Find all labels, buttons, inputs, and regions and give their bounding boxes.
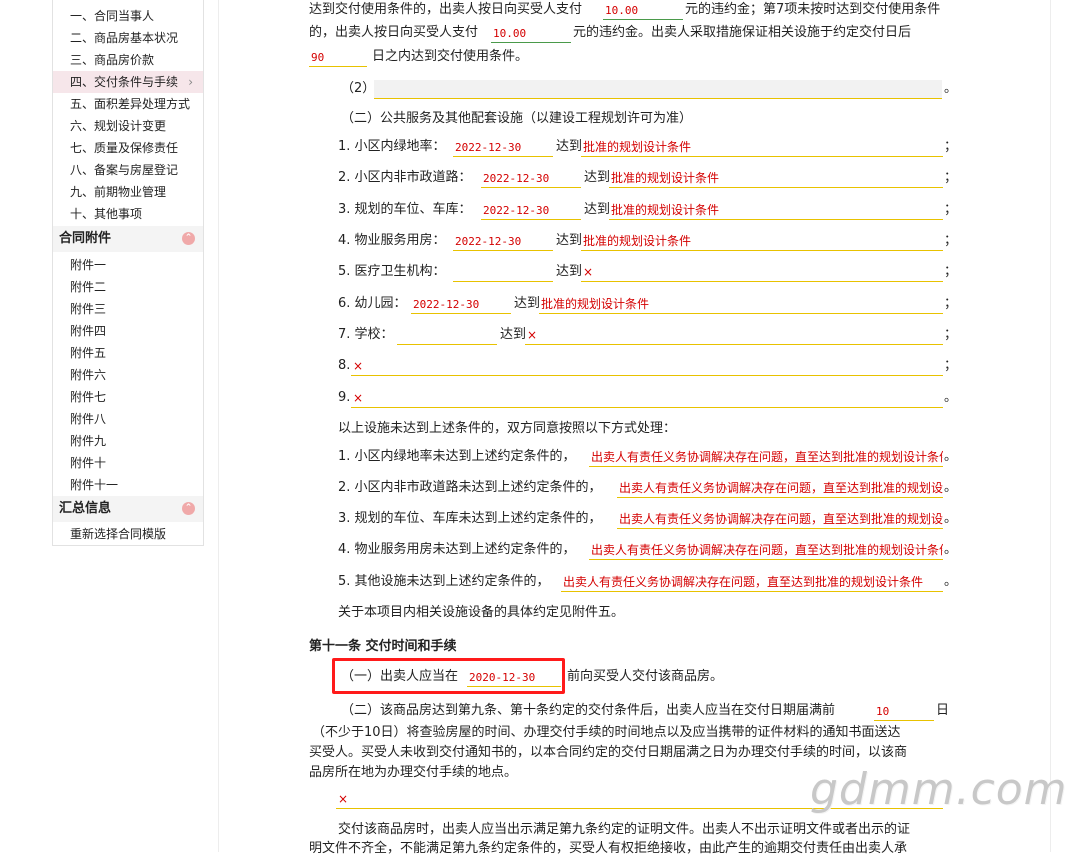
facility-4-label: 4. 物业服务用房： — [338, 233, 446, 248]
article-11-para2-line3: 买受人。买受人未收到交付通知书的，以本合同约定的交付日期届满之日为办理交付手续的… — [309, 745, 908, 760]
facility-3-label: 3. 规划的车位、车库： — [338, 202, 472, 217]
article-11-para2-line4: 品房所在地为办理交付手续的地点。 — [309, 765, 518, 780]
remedy-2-field[interactable]: 出卖人有责任义务协调解决存在问题，直至达到批准的规划设计条件 — [617, 479, 943, 498]
para-penalty-line2b: 元的违约金。出卖人采取措施保证相关设施于约定交付日后 — [573, 25, 912, 40]
facility-6-condition-field[interactable]: 批准的规划设计条件 — [539, 295, 943, 314]
article-11-para2-line1b: 日 — [936, 703, 950, 718]
article-11-para2-line2: （不少于10日）将查验房屋的时间、办理交付手续的时间地点以及应当携带的证件材料的… — [312, 725, 901, 740]
site-watermark: gdmm.com — [810, 764, 1068, 815]
facility-4-reach: 达到 — [556, 233, 583, 248]
facility-8-field[interactable]: × — [351, 357, 943, 376]
facility-4-date-field[interactable]: 2022-12-30 — [453, 232, 553, 251]
article-11-para3-line1: 交付该商品房时，出卖人应当出示满足第九条约定的证明文件。出卖人不出示证明文件或者… — [338, 822, 911, 837]
article-11-para1b: 前向买受人交付该商品房。 — [567, 669, 724, 684]
para-penalty-line3: 日之内达到交付使用条件。 — [372, 49, 529, 64]
notice-days-field[interactable]: 10 — [874, 702, 934, 721]
facility-1-reach: 达到 — [556, 139, 583, 154]
facility-4-end: ； — [944, 233, 958, 248]
delivery-days-field[interactable]: 90 — [309, 48, 367, 67]
item-2-end: 。 — [944, 81, 958, 96]
article-11-para2-line1a: （二）该商品房达到第九条、第十条约定的交付条件后，出卖人应当在交付日期届满前 — [341, 703, 836, 718]
facility-8-end: ； — [944, 358, 958, 373]
facility-2-reach: 达到 — [584, 170, 611, 185]
remedy-3-label: 3. 规划的车位、车库未达到上述约定条件的， — [338, 511, 602, 526]
remedy-5-field[interactable]: 出卖人有责任义务协调解决存在问题，直至达到批准的规划设计条件 — [561, 573, 943, 592]
facility-2-date-field[interactable]: 2022-12-30 — [481, 169, 581, 188]
facility-3-end: ； — [944, 202, 958, 217]
facility-2-end: ； — [944, 170, 958, 185]
section-public-facilities-title: （二）公共服务及其他配套设施（以建设工程规划许可为准） — [341, 111, 693, 126]
facility-9-end: 。 — [944, 390, 958, 405]
facility-7-date-field[interactable] — [397, 326, 497, 345]
remedy-1-label: 1. 小区内绿地率未达到上述约定条件的， — [338, 449, 576, 464]
facility-7-end: ； — [944, 327, 958, 342]
facility-5-reach: 达到 — [556, 264, 583, 279]
facility-7-condition-field[interactable]: × — [525, 326, 943, 345]
remedy-4-end: 。 — [944, 542, 958, 557]
facility-7-reach: 达到 — [500, 327, 527, 342]
facility-2-label: 2. 小区内非市政道路： — [338, 170, 472, 185]
facility-5-condition-field[interactable]: × — [581, 263, 943, 282]
article-11-para3-line2: 明文件不齐全，不能满足第九条约定条件的，买受人有权拒绝接收，由此产生的逾期交付责… — [309, 841, 908, 856]
attachment-note: 关于本项目内相关设施设备的具体约定见附件五。 — [338, 605, 625, 620]
facility-6-reach: 达到 — [514, 296, 541, 311]
remedy-3-end: 。 — [944, 511, 958, 526]
facility-1-end: ； — [944, 139, 958, 154]
article-11-title: 第十一条 交付时间和手续 — [309, 639, 457, 654]
facility-6-end: ； — [944, 296, 958, 311]
contract-document: 达到交付使用条件的，出卖人按日向买受人支付 10.00 元的违约金；第7项未按时… — [0, 0, 1083, 856]
remedy-1-field[interactable]: 出卖人有责任义务协调解决存在问题，直至达到批准的规划设计条件 — [589, 448, 943, 467]
facility-9-field[interactable]: × — [351, 389, 943, 408]
remedy-2-label: 2. 小区内非市政道路未达到上述约定条件的， — [338, 480, 602, 495]
penalty-amount-field-1[interactable]: 10.00 — [603, 1, 683, 20]
facility-1-condition-field[interactable]: 批准的规划设计条件 — [581, 138, 943, 157]
item-2-label: （2） — [341, 81, 376, 96]
facility-3-condition-field[interactable]: 批准的规划设计条件 — [609, 201, 943, 220]
para-penalty-line1b: 元的违约金；第7项未按时达到交付使用条件 — [685, 2, 941, 17]
remedy-3-field[interactable]: 出卖人有责任义务协调解决存在问题，直至达到批准的规划设计条件 — [617, 510, 943, 529]
remedy-4-label: 4. 物业服务用房未达到上述约定条件的， — [338, 542, 576, 557]
para-penalty-line1a: 达到交付使用条件的，出卖人按日向买受人支付 — [309, 2, 583, 17]
para-penalty-line2a: 的，出卖人按日向买受人支付 — [309, 25, 479, 40]
facility-3-date-field[interactable]: 2022-12-30 — [481, 201, 581, 220]
item-2-field[interactable] — [374, 80, 942, 99]
facility-5-date-field[interactable] — [453, 263, 553, 282]
facility-7-label: 7. 学校： — [338, 327, 394, 342]
facility-6-label: 6. 幼儿园： — [338, 296, 407, 311]
facility-6-date-field[interactable]: 2022-12-30 — [411, 295, 511, 314]
facility-1-label: 1. 小区内绿地率： — [338, 139, 446, 154]
facility-2-condition-field[interactable]: 批准的规划设计条件 — [609, 169, 943, 188]
penalty-amount-field-2[interactable]: 10.00 — [491, 24, 571, 43]
facility-3-reach: 达到 — [584, 202, 611, 217]
handling-intro: 以上设施未达到上述条件的，双方同意按照以下方式处理： — [338, 421, 677, 436]
remedy-5-label: 5. 其他设施未达到上述约定条件的， — [338, 574, 550, 589]
facility-5-label: 5. 医疗卫生机构： — [338, 264, 446, 279]
facility-8-label: 8. — [338, 358, 351, 373]
facility-1-date-field[interactable]: 2022-12-30 — [453, 138, 553, 157]
facility-5-end: ； — [944, 264, 958, 279]
facility-4-condition-field[interactable]: 批准的规划设计条件 — [581, 232, 943, 251]
remedy-2-end: 。 — [944, 480, 958, 495]
facility-9-label: 9. — [338, 390, 351, 405]
delivery-date-highlight — [332, 658, 565, 694]
remedy-4-field[interactable]: 出卖人有责任义务协调解决存在问题，直至达到批准的规划设计条件 — [589, 541, 943, 560]
remedy-5-end: 。 — [944, 574, 958, 589]
remedy-1-end: 。 — [944, 449, 958, 464]
